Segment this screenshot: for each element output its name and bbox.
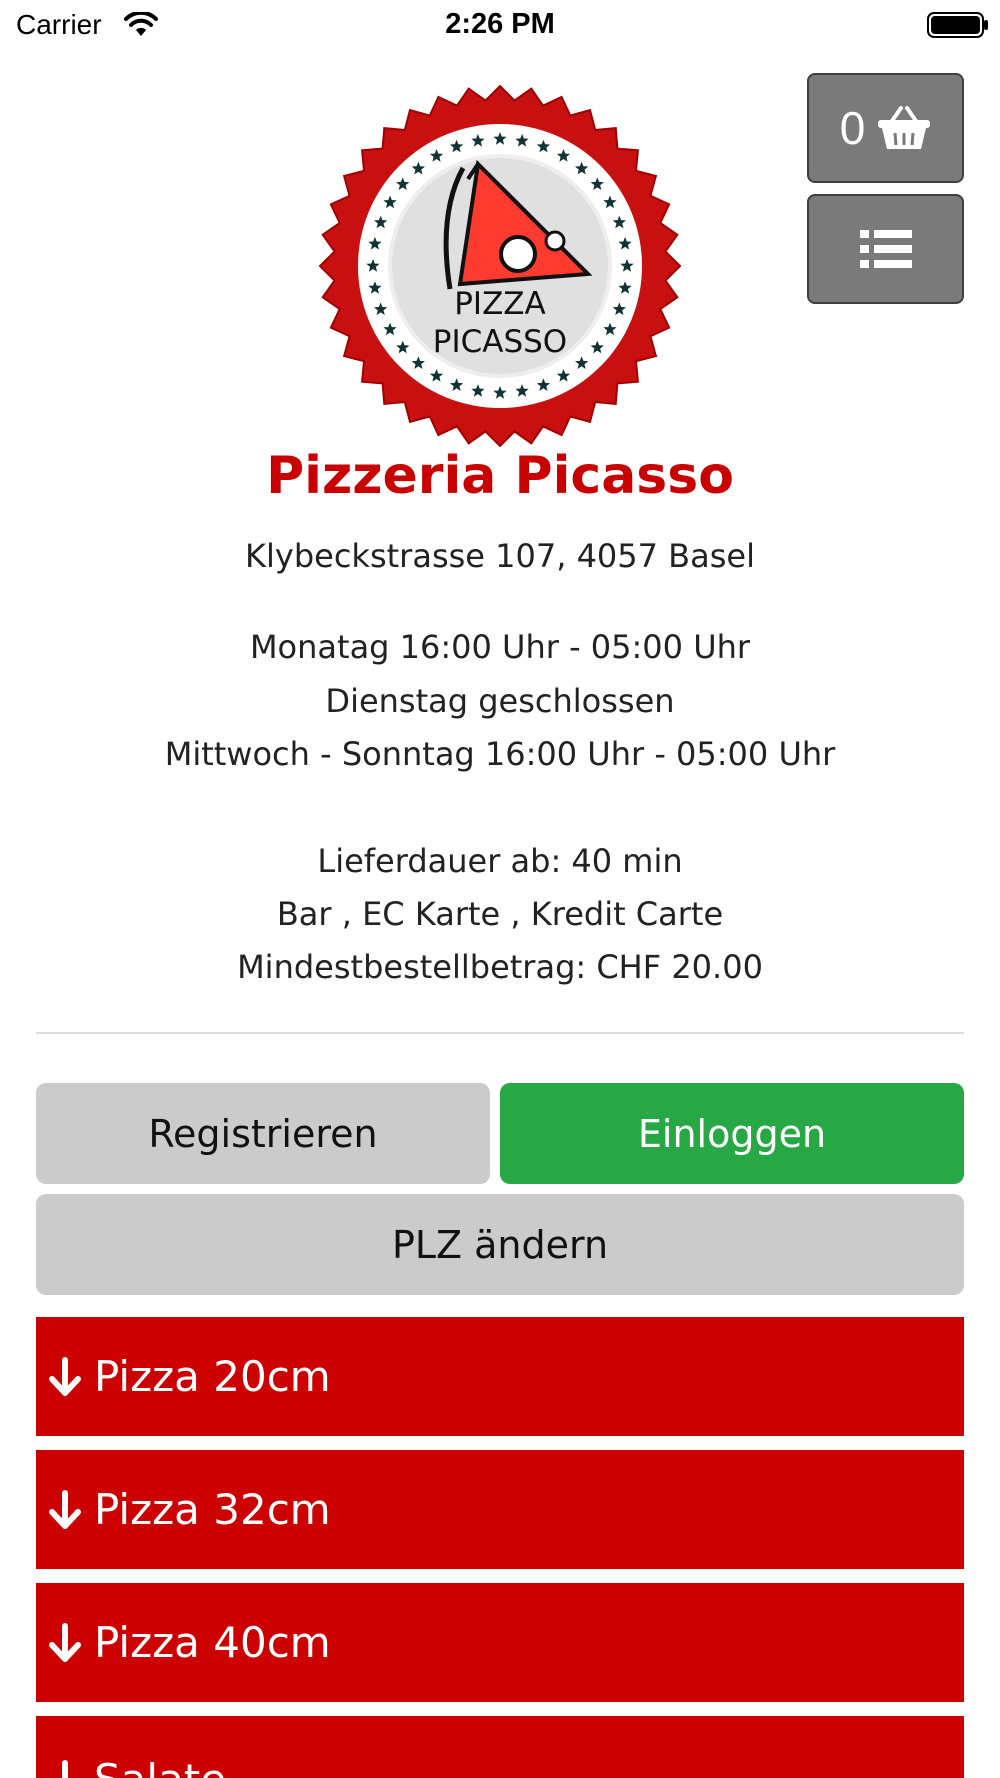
change-zip-button[interactable]: PLZ ändern	[36, 1194, 964, 1295]
category-label: Pizza 20cm	[94, 1352, 331, 1401]
restaurant-name: Pizzeria Picasso	[266, 446, 734, 506]
arrow-down-icon	[49, 1489, 81, 1529]
category-label: Salate	[94, 1755, 226, 1778]
category-pizza-32cm[interactable]: Pizza 32cm	[36, 1450, 964, 1569]
category-label: Pizza 40cm	[94, 1618, 331, 1667]
hours-monday: Monatag 16:00 Uhr - 05:00 Uhr	[249, 628, 751, 666]
battery-icon	[927, 12, 988, 38]
status-time: 2:26 PM	[445, 8, 555, 40]
divider	[36, 1032, 964, 1034]
list-icon	[859, 230, 912, 268]
app-screen: Carrier 2:26 PM PIZZA PICASSO 0 Pizzeria…	[0, 0, 1000, 1778]
arrow-down-icon	[62, 1760, 68, 1778]
delivery-time: Lieferdauer ab: 40 min	[317, 842, 683, 880]
logo-text-line2: PICASSO	[433, 324, 567, 360]
logo-text-line1: PIZZA	[454, 286, 546, 322]
restaurant-address: Klybeckstrasse 107, 4057 Basel	[245, 537, 755, 575]
register-button[interactable]: Registrieren	[36, 1083, 490, 1184]
cart-count: 0	[839, 102, 866, 154]
payment-methods: Bar , EC Karte , Kredit Carte	[276, 895, 724, 933]
status-bar: Carrier 2:26 PM	[0, 0, 1000, 52]
minimum-order: Mindestbestellbetrag: CHF 20.00	[237, 948, 763, 986]
hours-wednesday-sunday: Mittwoch - Sonntag 16:00 Uhr - 05:00 Uhr	[164, 735, 836, 773]
login-button[interactable]: Einloggen	[500, 1083, 964, 1184]
cart-button[interactable]: 0	[807, 73, 964, 183]
menu-button[interactable]	[807, 194, 964, 304]
arrow-down-icon	[49, 1356, 81, 1396]
category-pizza-20cm[interactable]: Pizza 20cm	[36, 1317, 964, 1436]
basket-icon	[878, 106, 931, 149]
category-salate[interactable]: Salate	[36, 1716, 964, 1778]
category-label: Pizza 32cm	[94, 1485, 331, 1534]
restaurant-logo: PIZZA PICASSO	[318, 84, 682, 448]
category-pizza-40cm[interactable]: Pizza 40cm	[36, 1583, 964, 1702]
arrow-down-icon	[49, 1622, 81, 1662]
hours-tuesday: Dienstag geschlossen	[325, 682, 675, 720]
